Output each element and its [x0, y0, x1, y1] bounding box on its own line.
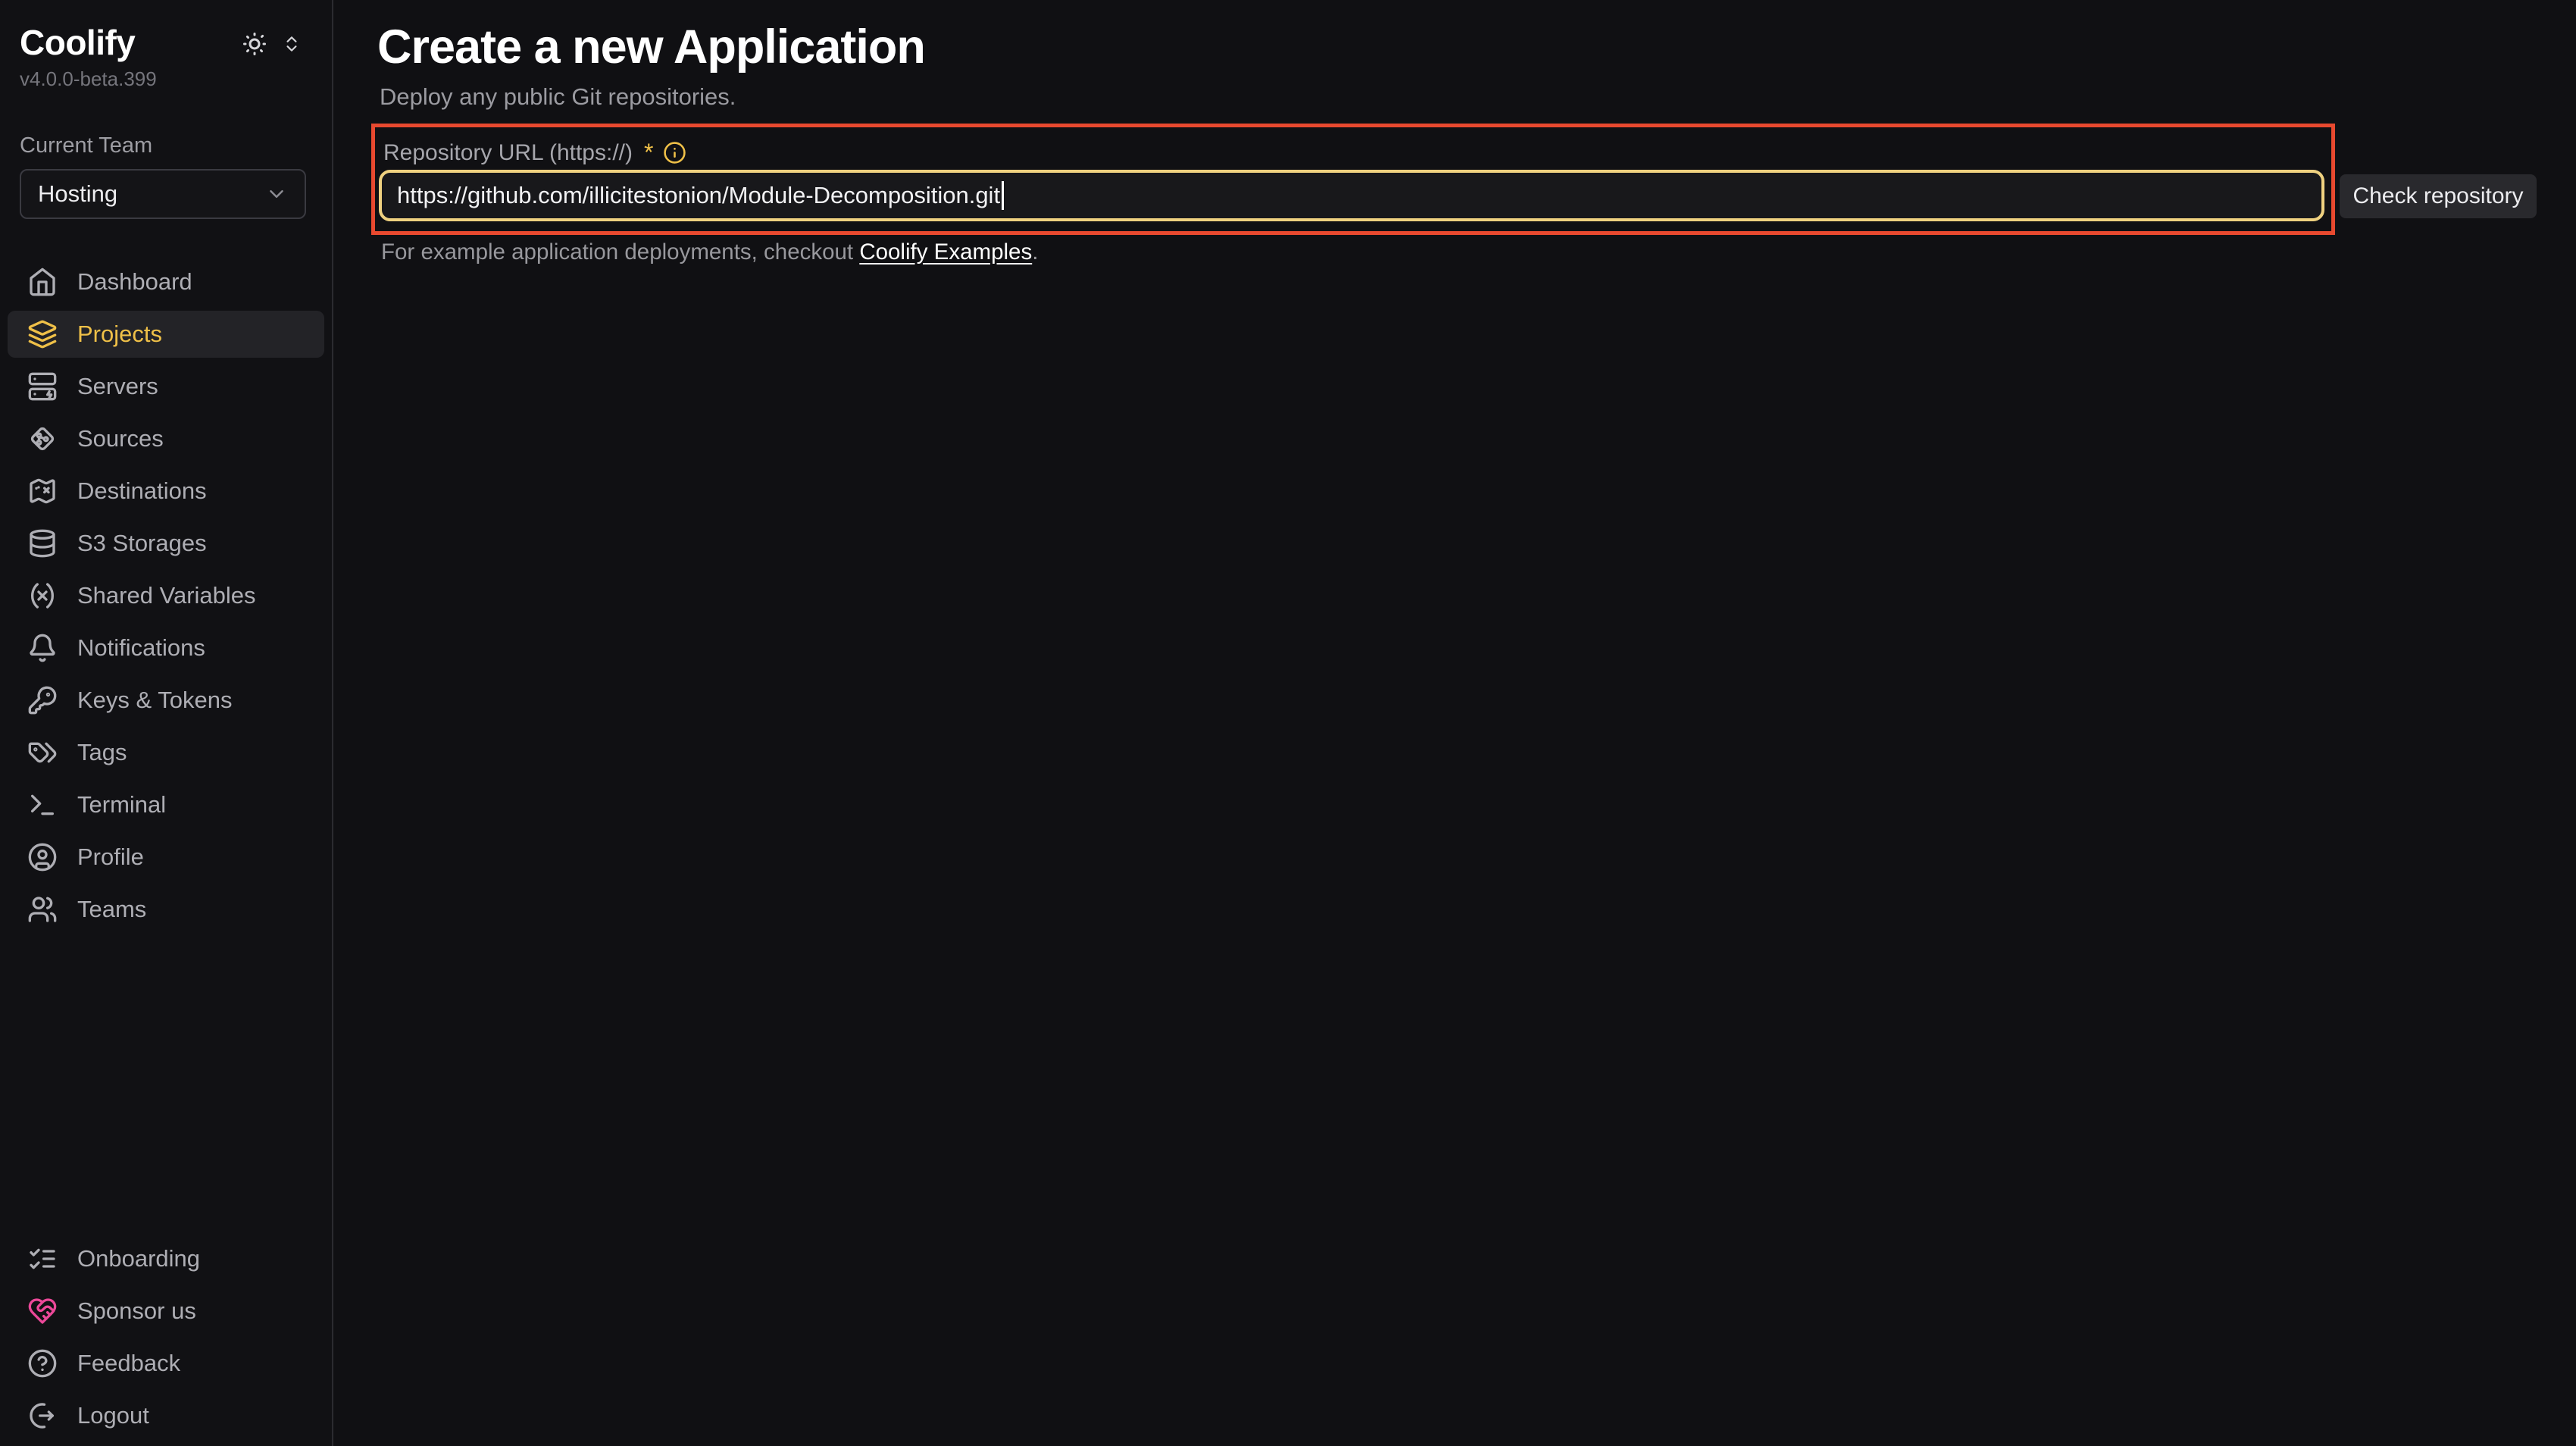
text-caret	[1002, 181, 1004, 210]
page-subtitle: Deploy any public Git repositories.	[380, 83, 736, 111]
repository-url-input[interactable]: https://github.com/illicitestonion/Modul…	[379, 170, 2324, 221]
sidebar-item-label: Logout	[77, 1402, 149, 1429]
user-circle-icon	[27, 842, 58, 872]
terminal-icon	[27, 790, 58, 820]
current-team-label: Current Team	[20, 133, 312, 158]
sidebar: Coolify v4.0.0-beta.399 Current Team Hos…	[0, 0, 333, 1446]
sidebar-item-label: Feedback	[77, 1350, 180, 1377]
sidebar-item-label: Onboarding	[77, 1245, 200, 1272]
team-select-value: Hosting	[38, 180, 265, 208]
sidebar-item-s3-storages[interactable]: S3 Storages	[8, 520, 324, 567]
info-icon[interactable]	[663, 141, 686, 164]
app-logo: Coolify	[20, 23, 135, 63]
sidebar-item-dashboard[interactable]: Dashboard	[8, 258, 324, 305]
home-icon	[27, 267, 58, 297]
key-icon	[27, 685, 58, 715]
heart-handshake-icon	[27, 1296, 58, 1326]
sidebar-item-label: Sources	[77, 425, 164, 452]
repository-url-value: https://github.com/illicitestonion/Modul…	[397, 182, 1000, 209]
app-version: v4.0.0-beta.399	[20, 67, 312, 91]
sidebar-item-label: Projects	[77, 321, 162, 348]
sidebar-item-label: Servers	[77, 373, 158, 400]
sidebar-item-label: Profile	[77, 844, 144, 871]
sidebar-item-label: Notifications	[77, 634, 205, 662]
sidebar-header: Coolify v4.0.0-beta.399 Current Team Hos…	[0, 0, 332, 219]
logout-icon	[27, 1401, 58, 1431]
sidebar-item-label: Dashboard	[77, 268, 192, 296]
page-title: Create a new Application	[377, 20, 925, 74]
sidebar-item-notifications[interactable]: Notifications	[8, 624, 324, 671]
check-repository-button[interactable]: Check repository	[2340, 174, 2537, 218]
server-icon	[27, 371, 58, 402]
sidebar-footer-nav: Onboarding Sponsor us Feedback Logout	[0, 1230, 332, 1444]
repository-url-label-row: Repository URL (https://) *	[383, 139, 686, 167]
sidebar-item-label: Tags	[77, 739, 127, 766]
sidebar-item-label: Destinations	[77, 477, 207, 505]
chevron-down-icon	[265, 183, 288, 205]
sidebar-item-logout[interactable]: Logout	[8, 1392, 324, 1439]
variable-icon	[27, 581, 58, 611]
list-checks-icon	[27, 1244, 58, 1274]
sidebar-item-onboarding[interactable]: Onboarding	[8, 1235, 324, 1282]
map-icon	[27, 476, 58, 506]
sidebar-item-sources[interactable]: Sources	[8, 415, 324, 462]
sidebar-nav: Dashboard Projects Servers Sources Desti…	[0, 253, 332, 938]
sun-icon[interactable]	[241, 30, 268, 58]
sidebar-item-teams[interactable]: Teams	[8, 886, 324, 933]
sidebar-item-label: Shared Variables	[77, 582, 256, 609]
users-icon	[27, 894, 58, 925]
required-marker: *	[644, 139, 653, 167]
sidebar-item-tags[interactable]: Tags	[8, 729, 324, 776]
helper-text: For example application deployments, che…	[381, 239, 1038, 265]
team-select[interactable]: Hosting	[20, 169, 306, 219]
sidebar-item-label: Keys & Tokens	[77, 687, 232, 714]
sidebar-item-label: Sponsor us	[77, 1297, 196, 1325]
sidebar-item-keys-tokens[interactable]: Keys & Tokens	[8, 677, 324, 724]
help-circle-icon	[27, 1348, 58, 1379]
sidebar-item-profile[interactable]: Profile	[8, 834, 324, 881]
sidebar-item-label: S3 Storages	[77, 530, 207, 557]
sidebar-item-terminal[interactable]: Terminal	[8, 781, 324, 828]
git-source-icon	[27, 424, 58, 454]
sidebar-item-projects[interactable]: Projects	[8, 311, 324, 358]
repository-url-label: Repository URL (https://)	[383, 140, 633, 166]
sidebar-item-label: Teams	[77, 896, 146, 923]
database-icon	[27, 528, 58, 559]
tag-icon	[27, 737, 58, 768]
bell-icon	[27, 633, 58, 663]
sidebar-item-destinations[interactable]: Destinations	[8, 468, 324, 515]
sidebar-item-shared-variables[interactable]: Shared Variables	[8, 572, 324, 619]
sidebar-item-servers[interactable]: Servers	[8, 363, 324, 410]
chevrons-up-down-icon[interactable]	[282, 34, 302, 54]
sidebar-item-feedback[interactable]: Feedback	[8, 1340, 324, 1387]
sidebar-item-label: Terminal	[77, 791, 166, 818]
sidebar-item-sponsor-us[interactable]: Sponsor us	[8, 1288, 324, 1335]
main-content: Create a new Application Deploy any publ…	[333, 0, 2576, 1446]
coolify-examples-link[interactable]: Coolify Examples	[859, 239, 1032, 264]
layers-icon	[27, 319, 58, 349]
